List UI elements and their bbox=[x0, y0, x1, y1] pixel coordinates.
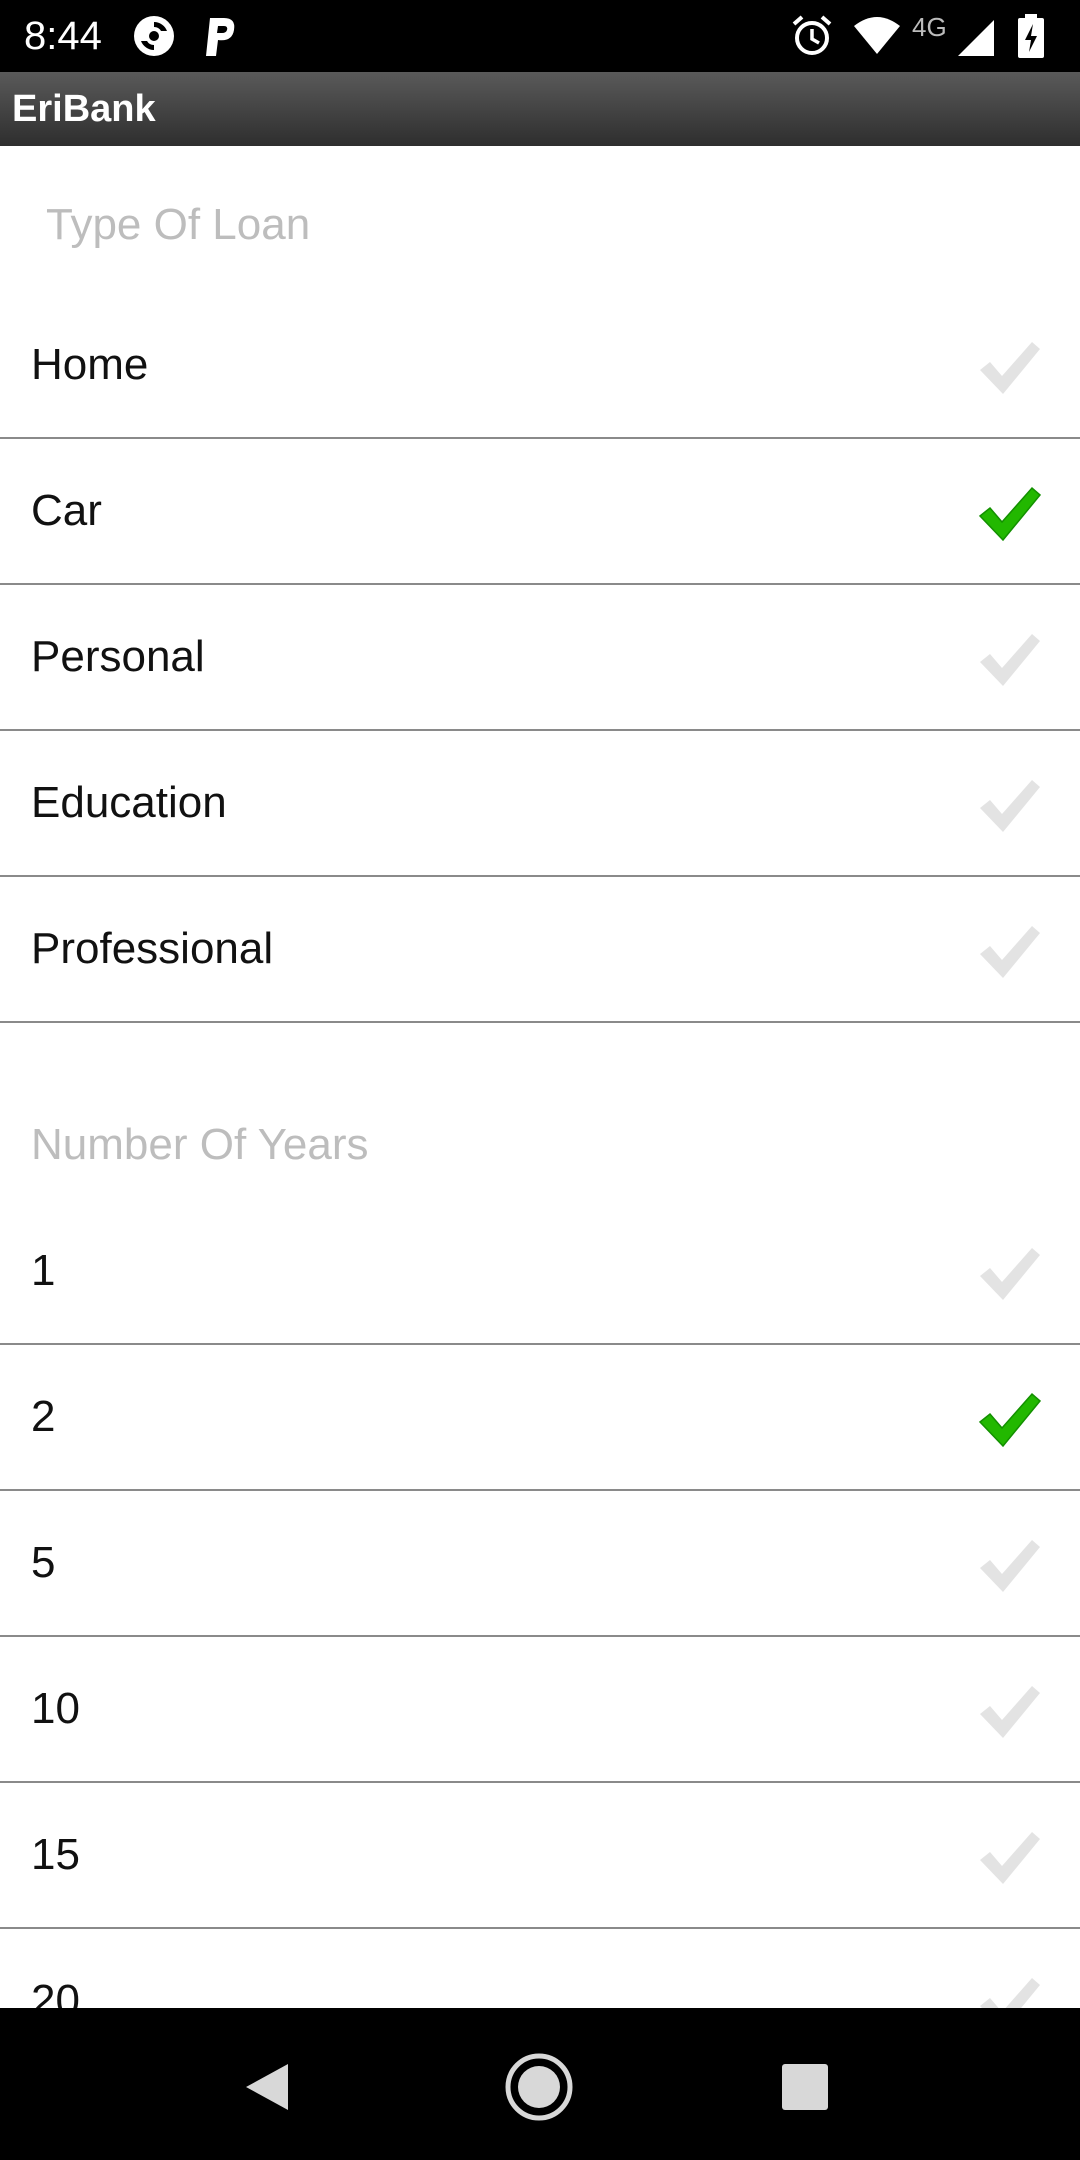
checkmark-selected-icon bbox=[976, 1390, 1042, 1450]
years-option-label: 2 bbox=[31, 1392, 56, 1441]
loan-type-option-label: Car bbox=[31, 486, 102, 535]
checkmark-icon bbox=[976, 1828, 1042, 1888]
years-option-label: 1 bbox=[31, 1246, 56, 1295]
loan-type-option-row[interactable]: Car bbox=[0, 438, 1080, 584]
loan-type-option-label: Home bbox=[31, 340, 149, 389]
section-header-years: Number Of Years bbox=[31, 1120, 369, 1169]
loan-type-option-label: Education bbox=[31, 778, 227, 827]
checkmark-icon bbox=[976, 922, 1042, 982]
home-icon[interactable] bbox=[504, 2052, 574, 2122]
app-title: EriBank bbox=[12, 88, 156, 130]
years-option-row[interactable]: 1 bbox=[0, 1198, 1080, 1344]
checkmark-icon bbox=[976, 1974, 1042, 2008]
years-option-label: 10 bbox=[31, 1684, 80, 1733]
battery-icon bbox=[1018, 14, 1044, 58]
loan-type-option-row[interactable]: Home bbox=[0, 292, 1080, 438]
wifi-icon bbox=[854, 17, 900, 54]
years-option-row[interactable]: 10 bbox=[0, 1636, 1080, 1782]
status-bar: 8:44 4G bbox=[0, 0, 1080, 72]
sync-icon bbox=[134, 16, 174, 56]
app-bar: EriBank bbox=[0, 72, 1080, 146]
years-option-row[interactable]: 2 bbox=[0, 1344, 1080, 1490]
loan-options-list[interactable]: Type Of Loan Home Car Personal Education Pro… bbox=[0, 146, 1080, 2008]
years-option-label: 15 bbox=[31, 1830, 80, 1879]
row-divider bbox=[0, 1021, 1080, 1023]
p-icon bbox=[206, 18, 235, 56]
signal-icon bbox=[958, 20, 994, 56]
years-option-row[interactable]: 5 bbox=[0, 1490, 1080, 1636]
status-time: 8:44 bbox=[24, 14, 102, 58]
years-option-label: 20 bbox=[31, 1976, 80, 2008]
checkmark-icon bbox=[976, 1244, 1042, 1304]
loan-type-option-row[interactable]: Professional bbox=[0, 876, 1080, 1022]
checkmark-icon bbox=[976, 1536, 1042, 1596]
checkmark-selected-icon bbox=[976, 484, 1042, 544]
checkmark-icon bbox=[976, 338, 1042, 398]
loan-type-option-row[interactable]: Education bbox=[0, 730, 1080, 876]
checkmark-icon bbox=[976, 776, 1042, 836]
years-option-label: 5 bbox=[31, 1538, 56, 1587]
navigation-bar bbox=[0, 2008, 1080, 2160]
checkmark-icon bbox=[976, 1682, 1042, 1742]
years-option-row[interactable]: 15 bbox=[0, 1782, 1080, 1928]
alarm-icon bbox=[792, 15, 832, 55]
loan-type-option-label: Personal bbox=[31, 632, 205, 681]
recents-icon[interactable] bbox=[782, 2064, 828, 2110]
years-option-row[interactable]: 20 bbox=[0, 1928, 1080, 2008]
checkmark-icon bbox=[976, 630, 1042, 690]
back-icon[interactable] bbox=[244, 2062, 290, 2112]
section-header-loan-type: Type Of Loan bbox=[46, 200, 311, 249]
network-type: 4G bbox=[912, 12, 947, 42]
loan-type-option-row[interactable]: Personal bbox=[0, 584, 1080, 730]
loan-type-option-label: Professional bbox=[31, 924, 274, 973]
